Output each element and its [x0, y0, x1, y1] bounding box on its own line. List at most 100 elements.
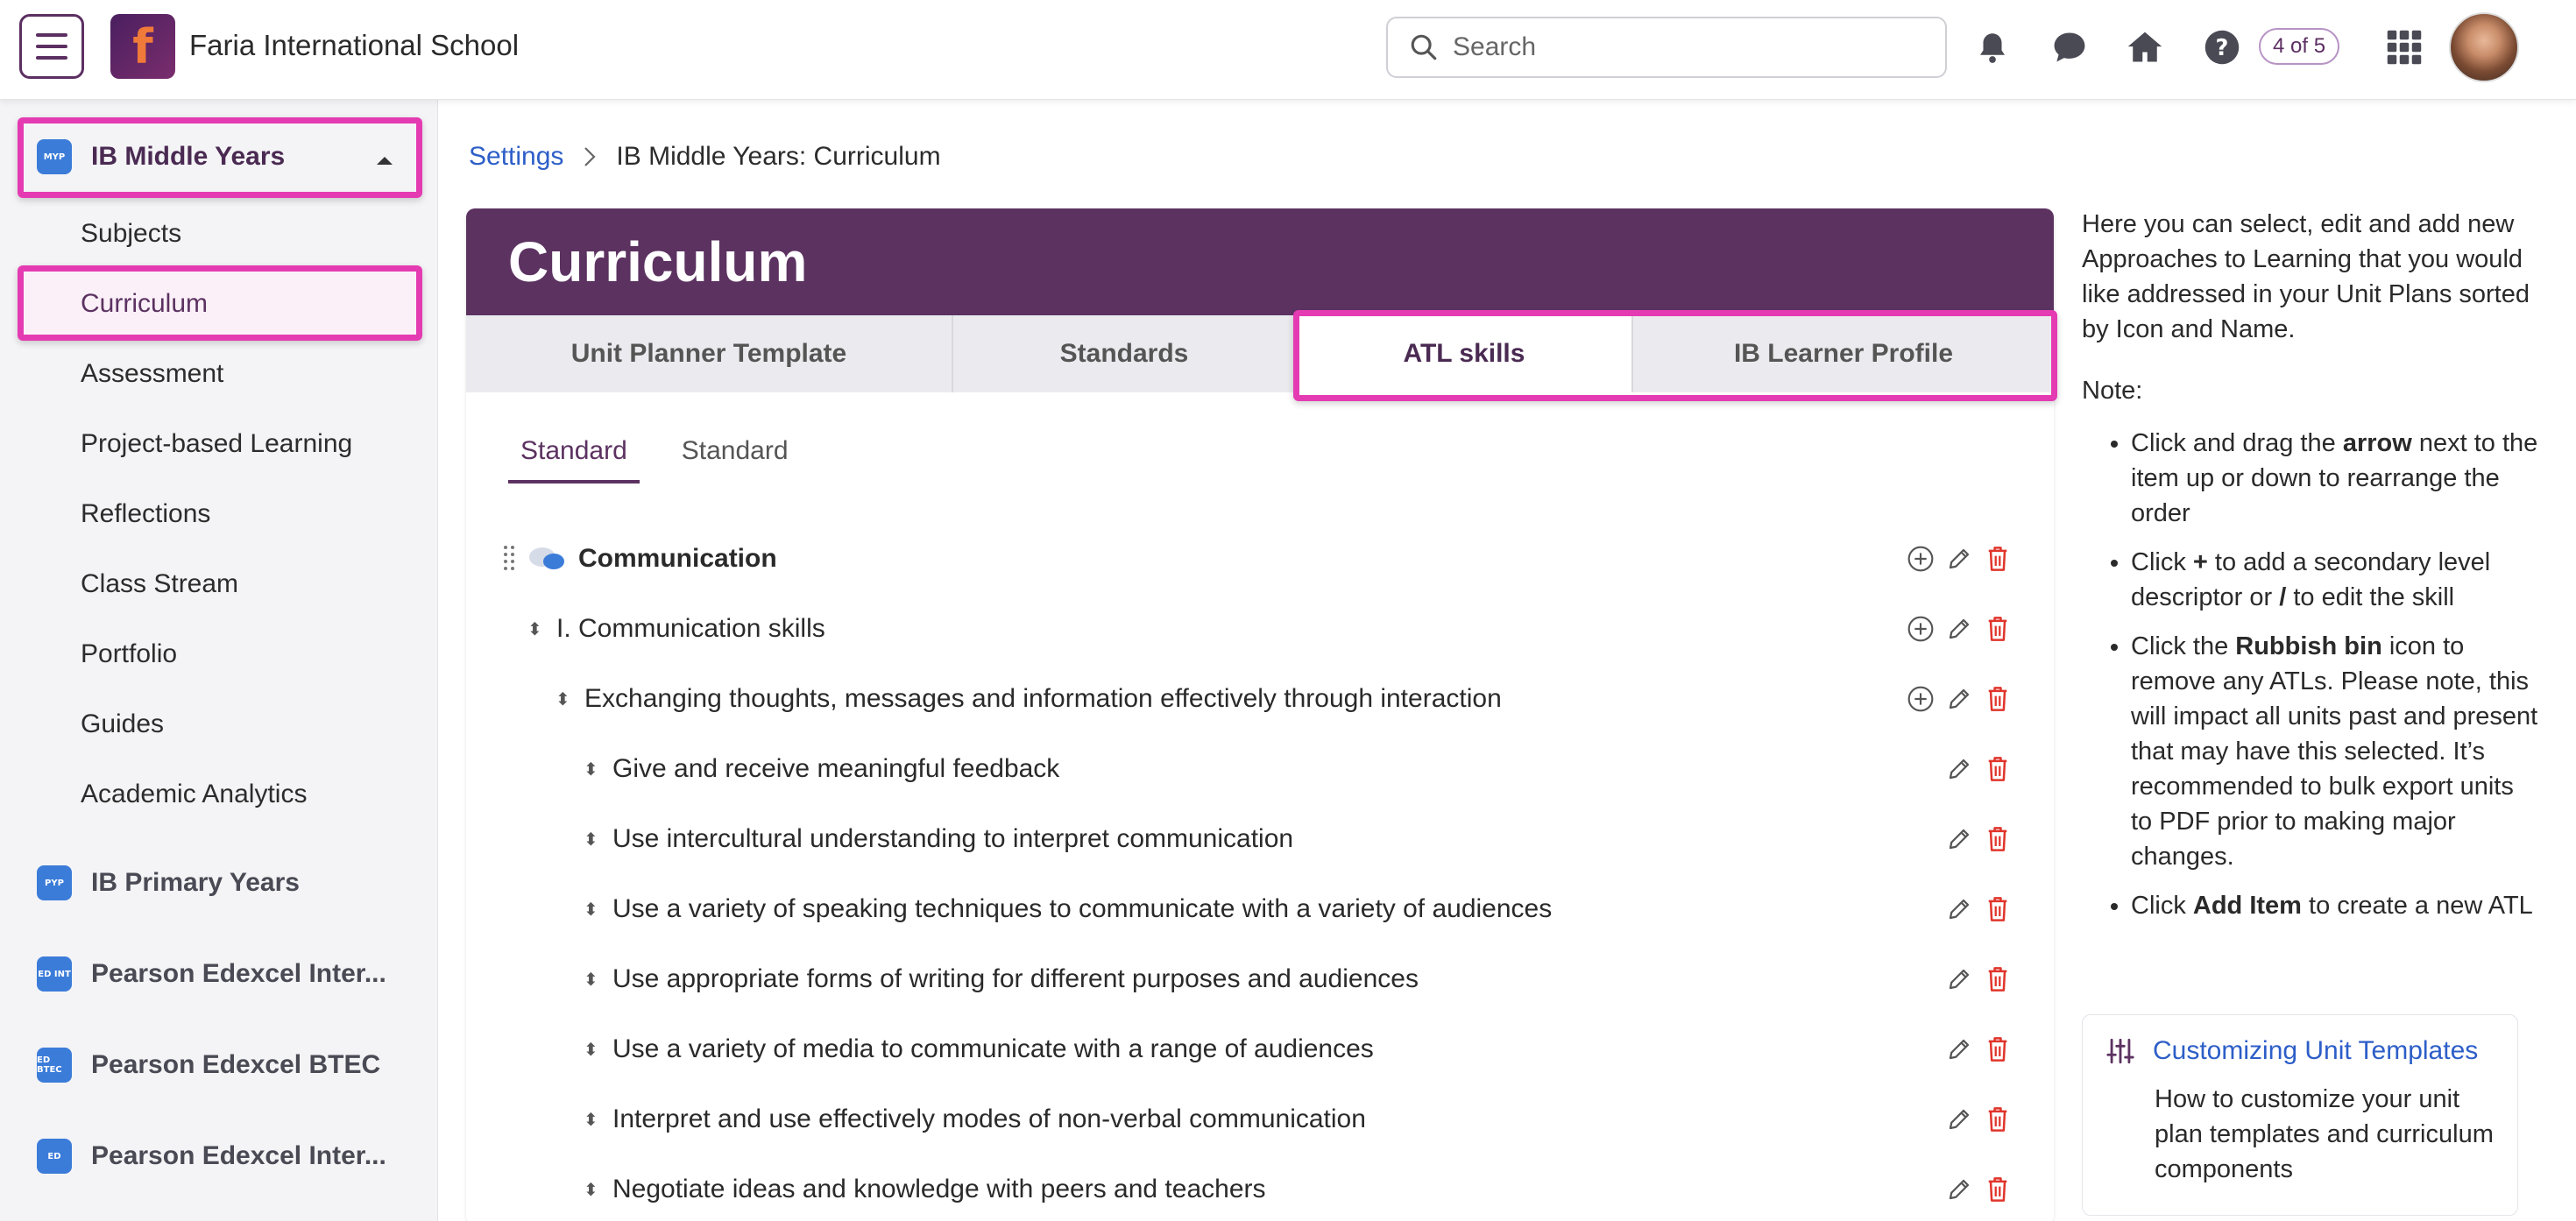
atl-row-label: Use a variety of media to communicate wi…	[612, 1034, 1374, 1063]
sidebar-item-reflections[interactable]: Reflections	[81, 499, 210, 529]
atl-row-level-1: ⬍ I. Communication skills	[466, 594, 2054, 664]
page-title: Curriculum	[466, 208, 2054, 315]
edexcel-btec-program-icon: ED BTEC	[37, 1048, 72, 1083]
atl-row-skill: ⬍ Use intercultural understanding to int…	[466, 804, 2054, 874]
sidebar-item-subjects[interactable]: Subjects	[81, 219, 181, 249]
edit-pencil-icon[interactable]	[1943, 822, 1975, 857]
sidebar-program-label: IB Middle Years	[91, 142, 286, 171]
edit-pencil-icon[interactable]	[1943, 752, 1975, 787]
sort-arrows-icon[interactable]: ⬍	[584, 969, 598, 990]
atl-row-skill: ⬍ Use appropriate forms of writing for d…	[466, 944, 2054, 1014]
trash-icon[interactable]	[1982, 1102, 2013, 1137]
breadcrumb-settings-link[interactable]: Settings	[469, 142, 563, 172]
sidebar-item-project-based-learning[interactable]: Project-based Learning	[81, 429, 352, 459]
trash-icon[interactable]	[1982, 962, 2013, 997]
kb-title-link[interactable]: Customizing Unit Templates	[2153, 1036, 2478, 1066]
help-bold: Rubbish bin	[2235, 632, 2382, 660]
sidebar-item-curriculum[interactable]: Curriculum	[81, 289, 208, 319]
edit-pencil-icon[interactable]	[1943, 892, 1975, 927]
sidebar-program-pearson-edexcel-inter-2[interactable]: ED Pearson Edexcel Inter...	[37, 1139, 386, 1174]
help-bold: Add Item	[2192, 892, 2302, 920]
sidebar-item-assessment[interactable]: Assessment	[81, 359, 223, 389]
subtab-standard-2[interactable]: Standard	[669, 436, 801, 483]
trash-icon[interactable]	[1982, 892, 2013, 927]
sort-arrows-icon[interactable]: ⬍	[584, 759, 598, 780]
add-icon[interactable]	[1905, 541, 1936, 576]
home-icon[interactable]	[2120, 23, 2169, 72]
edit-pencil-icon[interactable]	[1943, 962, 1975, 997]
sidebar-item-academic-analytics[interactable]: Academic Analytics	[81, 780, 307, 809]
sidebar-program-pearson-edexcel-btec[interactable]: ED BTEC Pearson Edexcel BTEC	[37, 1048, 380, 1083]
help-list: Click and drag the arrow next to the ite…	[2131, 426, 2539, 923]
school-name: Faria International School	[189, 29, 520, 61]
onboarding-progress-badge[interactable]: 4 of 5	[2259, 28, 2340, 65]
sort-arrows-icon[interactable]: ⬍	[584, 1039, 598, 1060]
edexcel-int-program-icon: ED INT	[37, 956, 72, 992]
help-text: to create a new ATL	[2301, 892, 2533, 920]
sort-arrows-icon[interactable]: ⬍	[584, 829, 598, 850]
sidebar-item-class-stream[interactable]: Class Stream	[81, 569, 238, 599]
sort-arrows-icon[interactable]: ⬍	[527, 618, 542, 639]
help-bold: arrow	[2342, 429, 2412, 457]
sidebar-program-ib-primary-years[interactable]: PYP IB Primary Years	[37, 865, 300, 900]
bell-icon[interactable]	[1968, 23, 2017, 72]
highlight-box-tabs	[1293, 310, 2057, 401]
trash-icon[interactable]	[1982, 752, 2013, 787]
edit-pencil-icon[interactable]	[1943, 681, 1975, 716]
atl-row-label: Communication	[578, 544, 777, 573]
sort-arrows-icon[interactable]: ⬍	[556, 688, 570, 709]
sidebar-item-portfolio[interactable]: Portfolio	[81, 639, 177, 669]
chat-icon[interactable]	[2045, 23, 2094, 72]
apps-grid-icon[interactable]	[2380, 23, 2429, 72]
help-icon[interactable]: ?	[2197, 23, 2247, 72]
drag-handle-icon[interactable]	[501, 543, 517, 573]
communication-bubbles-icon	[529, 547, 564, 569]
trash-icon[interactable]	[1982, 541, 2013, 576]
breadcrumb: Settings IB Middle Years: Curriculum	[469, 142, 941, 172]
help-bullet: Click Add Item to create a new ATL	[2131, 888, 2539, 923]
trash-icon[interactable]	[1982, 1172, 2013, 1207]
sort-arrows-icon[interactable]: ⬍	[584, 899, 598, 920]
menu-icon[interactable]	[19, 14, 84, 79]
edit-pencil-icon[interactable]	[1943, 1032, 1975, 1067]
atl-row-skill: ⬍ Use a variety of speaking techniques t…	[466, 874, 2054, 944]
edexcel-program-icon: ED	[37, 1139, 72, 1174]
subtab-standard-1[interactable]: Standard	[508, 436, 640, 483]
atl-subtabs: Standard Standard	[508, 436, 801, 483]
trash-icon[interactable]	[1982, 681, 2013, 716]
edit-pencil-icon[interactable]	[1943, 1102, 1975, 1137]
trash-icon[interactable]	[1982, 611, 2013, 646]
add-icon[interactable]	[1905, 681, 1936, 716]
trash-icon[interactable]	[1982, 1032, 2013, 1067]
help-intro: Here you can select, edit and add new Ap…	[2082, 210, 2530, 343]
trash-icon[interactable]	[1982, 822, 2013, 857]
sidebar-program-pearson-edexcel-inter-1[interactable]: ED INT Pearson Edexcel Inter...	[37, 956, 386, 992]
search-icon	[1411, 34, 1437, 60]
sort-arrows-icon[interactable]: ⬍	[584, 1109, 598, 1130]
school-logo[interactable]: f	[110, 14, 175, 79]
add-icon[interactable]	[1905, 611, 1936, 646]
help-panel: Here you can select, edit and add new Ap…	[2082, 207, 2539, 937]
atl-row-level-2: ⬍ Exchanging thoughts, messages and info…	[466, 664, 2054, 734]
sidebar-program-label: Pearson Edexcel Inter...	[91, 959, 386, 988]
sidebar-program-ib-middle-years[interactable]: MYP IB Middle Years	[37, 139, 285, 174]
pyp-program-icon: PYP	[37, 865, 72, 900]
sort-arrows-icon[interactable]: ⬍	[584, 1179, 598, 1200]
help-bold: +	[2192, 548, 2208, 576]
search-box[interactable]	[1386, 17, 1947, 78]
edit-pencil-icon[interactable]	[1943, 611, 1975, 646]
user-avatar[interactable]	[2449, 12, 2519, 82]
atl-row-label: I. Communication skills	[556, 614, 825, 643]
tab-unit-planner-template[interactable]: Unit Planner Template	[466, 315, 953, 392]
chevron-up-icon[interactable]	[375, 154, 394, 166]
tab-standards[interactable]: Standards	[953, 315, 1297, 392]
knowledge-base-card[interactable]: Customizing Unit Templates How to custom…	[2082, 1014, 2518, 1216]
chevron-right-icon	[584, 147, 596, 166]
search-input[interactable]	[1453, 32, 1908, 62]
help-bullet: Click and drag the arrow next to the ite…	[2131, 426, 2539, 531]
edit-pencil-icon[interactable]	[1943, 541, 1975, 576]
sidebar-program-label: IB Primary Years	[91, 868, 300, 897]
help-text: Click	[2131, 548, 2193, 576]
edit-pencil-icon[interactable]	[1943, 1172, 1975, 1207]
sidebar-item-guides[interactable]: Guides	[81, 709, 164, 739]
